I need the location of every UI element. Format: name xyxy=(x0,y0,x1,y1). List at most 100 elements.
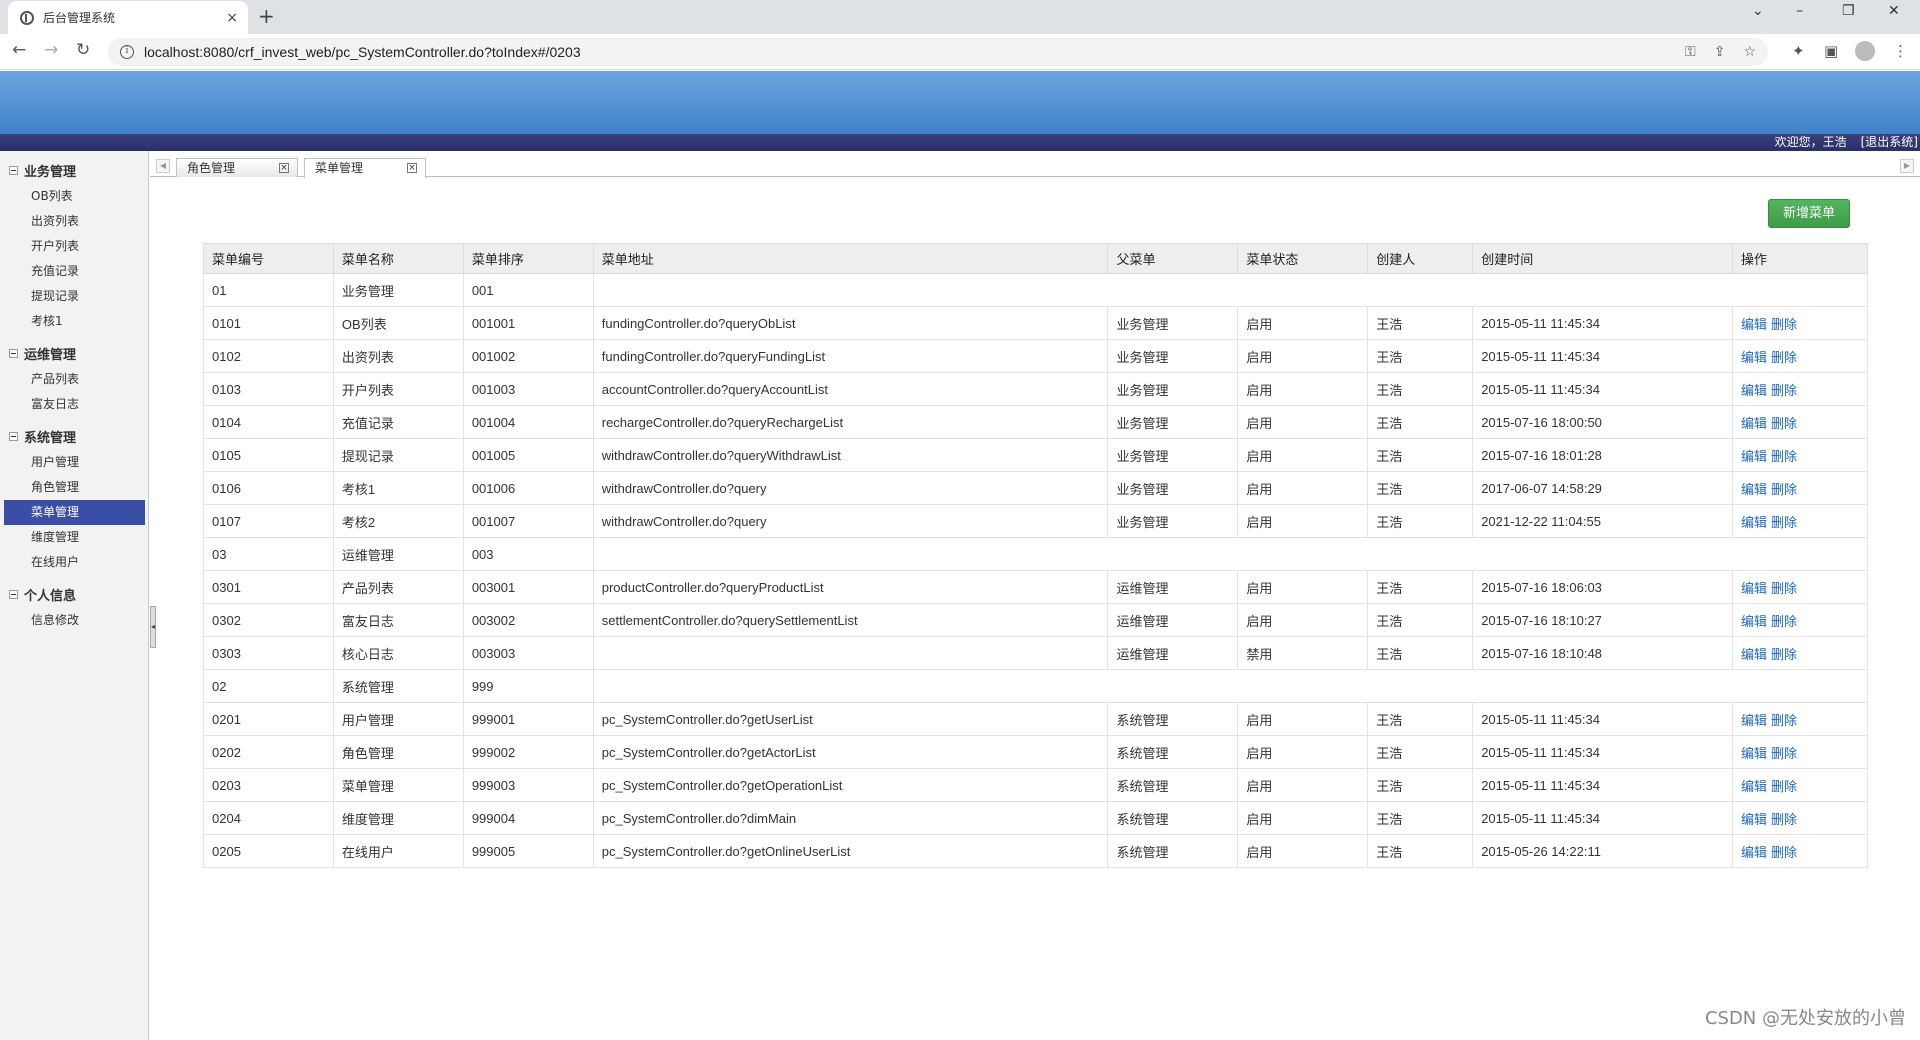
sidebar-item[interactable]: 维度管理 xyxy=(4,525,145,550)
cell-parent: 业务管理 xyxy=(1107,504,1239,538)
delete-link[interactable]: 删除 xyxy=(1771,515,1797,530)
add-menu-button[interactable]: 新增菜单 xyxy=(1768,199,1850,228)
cell-name: 考核2 xyxy=(332,504,464,538)
tab-close-icon[interactable]: × xyxy=(407,163,417,173)
tab-scroll-right-icon[interactable]: ▶ xyxy=(1900,159,1914,173)
edit-link[interactable]: 编辑 xyxy=(1741,317,1767,332)
sidebar-group-title[interactable]: 个人信息 xyxy=(0,584,148,604)
cell-parent: 系统管理 xyxy=(1107,768,1239,802)
address-bar[interactable]: i localhost:8080/crf_invest_web/pc_Syste… xyxy=(108,38,1768,66)
delete-link[interactable]: 删除 xyxy=(1771,317,1797,332)
edit-link[interactable]: 编辑 xyxy=(1741,713,1767,728)
edit-link[interactable]: 编辑 xyxy=(1741,779,1767,794)
cell-created: 2021-12-22 11:04:55 xyxy=(1472,504,1734,538)
delete-link[interactable]: 删除 xyxy=(1771,581,1797,596)
new-tab-button[interactable]: + xyxy=(258,4,275,28)
collapse-minus-icon[interactable] xyxy=(9,431,18,441)
cell-empty xyxy=(592,669,1869,703)
delete-link[interactable]: 删除 xyxy=(1771,449,1797,464)
key-icon[interactable]: ⚿ xyxy=(1685,44,1696,60)
edit-link[interactable]: 编辑 xyxy=(1741,383,1767,398)
tab-close-icon[interactable]: × xyxy=(226,10,238,26)
delete-link[interactable]: 删除 xyxy=(1771,614,1797,629)
delete-link[interactable]: 删除 xyxy=(1771,383,1797,398)
cell-creator: 王浩 xyxy=(1367,570,1474,604)
edit-link[interactable]: 编辑 xyxy=(1741,350,1767,365)
logout-link[interactable]: [退出系统] xyxy=(1861,135,1918,149)
sidebar-group-label: 业务管理 xyxy=(24,164,77,180)
share-icon[interactable]: ⇪ xyxy=(1714,44,1726,60)
edit-link[interactable]: 编辑 xyxy=(1741,581,1767,596)
delete-link[interactable]: 删除 xyxy=(1771,779,1797,794)
sidebar-group-title[interactable]: 运维管理 xyxy=(0,343,148,363)
sidebar-item[interactable]: 考核1 xyxy=(4,309,145,334)
cell-url: withdrawController.do?query xyxy=(592,471,1109,505)
cell-actions: 编辑 删除 xyxy=(1732,603,1868,637)
sidebar-item[interactable]: 充值记录 xyxy=(4,259,145,284)
sidebar-item[interactable]: 开户列表 xyxy=(4,234,145,259)
minimize-button[interactable]: – xyxy=(1796,3,1803,19)
close-window-button[interactable]: ✕ xyxy=(1888,3,1900,19)
edit-link[interactable]: 编辑 xyxy=(1741,647,1767,662)
sidebar-item[interactable]: 信息修改 xyxy=(4,608,145,633)
sidebar-collapse-handle[interactable]: ◂ xyxy=(150,606,156,648)
tab-scroll-left-icon[interactable]: ◀ xyxy=(156,159,170,173)
site-info-icon[interactable]: i xyxy=(120,45,134,59)
edit-link[interactable]: 编辑 xyxy=(1741,746,1767,761)
browser-tab[interactable]: 后台管理系统 × xyxy=(8,1,248,34)
edit-link[interactable]: 编辑 xyxy=(1741,449,1767,464)
cell-creator: 王浩 xyxy=(1367,339,1474,373)
sidebar-item[interactable]: 在线用户 xyxy=(4,550,145,575)
table-row: 0302 富友日志 003002 settlementController.do?qu… xyxy=(203,603,1868,637)
sidebar-group-title[interactable]: 系统管理 xyxy=(0,426,148,446)
delete-link[interactable]: 删除 xyxy=(1771,713,1797,728)
sidebar-item[interactable]: OB列表 xyxy=(4,184,145,209)
collapse-minus-icon[interactable] xyxy=(9,348,18,358)
back-icon[interactable]: ← xyxy=(12,40,26,60)
tab-menu-management[interactable]: 菜单管理 × xyxy=(304,158,426,178)
sidebar-item[interactable]: 角色管理 xyxy=(4,475,145,500)
cell-order: 001004 xyxy=(462,405,594,439)
sidebar-item[interactable]: 产品列表 xyxy=(4,367,145,392)
edit-link[interactable]: 编辑 xyxy=(1741,812,1767,827)
reload-icon[interactable]: ↻ xyxy=(76,40,90,60)
delete-link[interactable]: 删除 xyxy=(1771,647,1797,662)
bookmark-star-icon[interactable]: ☆ xyxy=(1743,44,1756,60)
tab-search-icon[interactable]: ⌄ xyxy=(1752,3,1764,19)
url-text[interactable]: localhost:8080/crf_invest_web/pc_SystemC… xyxy=(144,44,1685,60)
delete-link[interactable]: 删除 xyxy=(1771,416,1797,431)
cell-parent: 运维管理 xyxy=(1107,570,1239,604)
tab-close-icon[interactable]: × xyxy=(279,163,289,173)
side-panel-icon[interactable]: ▣ xyxy=(1824,42,1838,60)
forward-icon[interactable]: → xyxy=(44,40,58,60)
edit-link[interactable]: 编辑 xyxy=(1741,614,1767,629)
delete-link[interactable]: 删除 xyxy=(1771,746,1797,761)
extensions-icon[interactable]: ✦ xyxy=(1792,42,1805,60)
collapse-minus-icon[interactable] xyxy=(9,165,18,175)
edit-link[interactable]: 编辑 xyxy=(1741,482,1767,497)
sidebar-item[interactable]: 提现记录 xyxy=(4,284,145,309)
table-row: 0301 产品列表 003001 productController.do?query… xyxy=(203,570,1868,604)
edit-link[interactable]: 编辑 xyxy=(1741,515,1767,530)
restore-button[interactable]: ❐ xyxy=(1842,3,1855,19)
delete-link[interactable]: 删除 xyxy=(1771,812,1797,827)
collapse-minus-icon[interactable] xyxy=(9,589,18,599)
sidebar-item[interactable]: 用户管理 xyxy=(4,450,145,475)
profile-avatar[interactable] xyxy=(1855,41,1875,61)
delete-link[interactable]: 删除 xyxy=(1771,482,1797,497)
delete-link[interactable]: 删除 xyxy=(1771,350,1797,365)
sidebar-item[interactable]: 菜单管理 xyxy=(4,500,145,525)
menu-kebab-icon[interactable]: ⋮ xyxy=(1893,42,1908,60)
tab-role-management[interactable]: 角色管理 × xyxy=(176,158,298,177)
column-header: 操作 xyxy=(1732,243,1868,274)
sidebar-group-title[interactable]: 业务管理 xyxy=(0,160,148,180)
sidebar-item[interactable]: 出资列表 xyxy=(4,209,145,234)
delete-link[interactable]: 删除 xyxy=(1771,845,1797,860)
cell-actions: 编辑 删除 xyxy=(1732,372,1868,406)
edit-link[interactable]: 编辑 xyxy=(1741,416,1767,431)
cell-name: 开户列表 xyxy=(332,372,464,406)
cell-name: 运维管理 xyxy=(332,537,464,571)
cell-name: 维度管理 xyxy=(332,801,464,835)
edit-link[interactable]: 编辑 xyxy=(1741,845,1767,860)
sidebar-item[interactable]: 富友日志 xyxy=(4,392,145,417)
